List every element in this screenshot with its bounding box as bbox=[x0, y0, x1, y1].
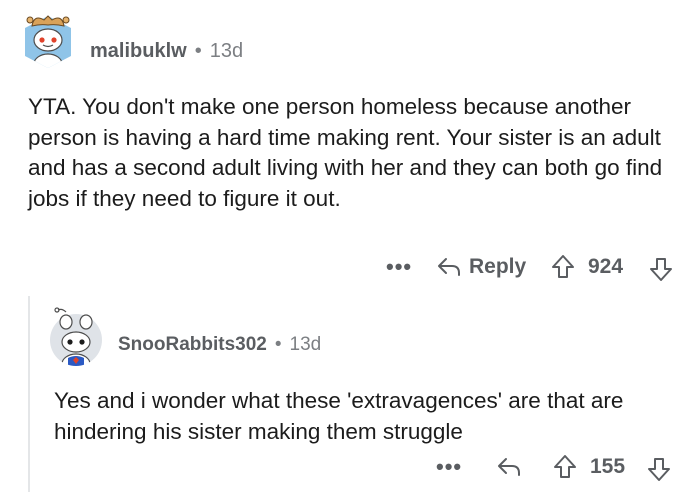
upvote-arrow-icon bbox=[552, 255, 574, 278]
separator-dot: • bbox=[194, 39, 202, 62]
more-options-button[interactable]: ••• bbox=[436, 456, 462, 478]
username[interactable]: malibuklw bbox=[90, 40, 187, 63]
comment-meta: malibuklw • 13d bbox=[90, 38, 243, 64]
downvote-arrow-icon bbox=[648, 458, 670, 481]
separator-dot: • bbox=[274, 334, 282, 355]
reply-arrow-icon bbox=[498, 458, 520, 476]
comment-thread: malibuklw • 13d YTA. You don't make one … bbox=[0, 0, 700, 492]
vote-score: 924 bbox=[588, 255, 624, 278]
more-options-button[interactable]: ••• bbox=[386, 256, 412, 278]
upvote-button[interactable] bbox=[550, 452, 580, 482]
reply-button[interactable] bbox=[434, 253, 464, 281]
upvote-button[interactable] bbox=[548, 252, 578, 282]
snoo-avatar-icon bbox=[50, 307, 102, 366]
vote-score: 155 bbox=[590, 455, 626, 478]
downvote-button[interactable] bbox=[646, 254, 676, 284]
reply-button[interactable] bbox=[494, 453, 524, 481]
downvote-arrow-icon bbox=[650, 258, 672, 281]
reply-label[interactable]: Reply bbox=[469, 255, 526, 279]
downvote-button[interactable] bbox=[644, 454, 674, 484]
timestamp[interactable]: 13d bbox=[210, 40, 243, 63]
comment-actions: ••• 155 bbox=[430, 450, 690, 484]
upvote-arrow-icon bbox=[554, 455, 576, 478]
thread-line[interactable] bbox=[28, 296, 30, 492]
timestamp[interactable]: 13d bbox=[290, 334, 322, 356]
comment-body: Yes and i wonder what these 'extravagenc… bbox=[54, 388, 624, 444]
comment-body: YTA. You don't make one person homeless … bbox=[28, 94, 663, 211]
snoo-avatar-icon bbox=[25, 15, 71, 68]
avatar[interactable] bbox=[22, 12, 74, 70]
comment-meta: SnooRabbits302 • 13d bbox=[118, 333, 321, 357]
comment-actions: ••• Reply 924 bbox=[380, 250, 685, 284]
username[interactable]: SnooRabbits302 bbox=[118, 334, 267, 356]
avatar[interactable] bbox=[48, 306, 104, 368]
reply-arrow-icon bbox=[438, 258, 460, 276]
